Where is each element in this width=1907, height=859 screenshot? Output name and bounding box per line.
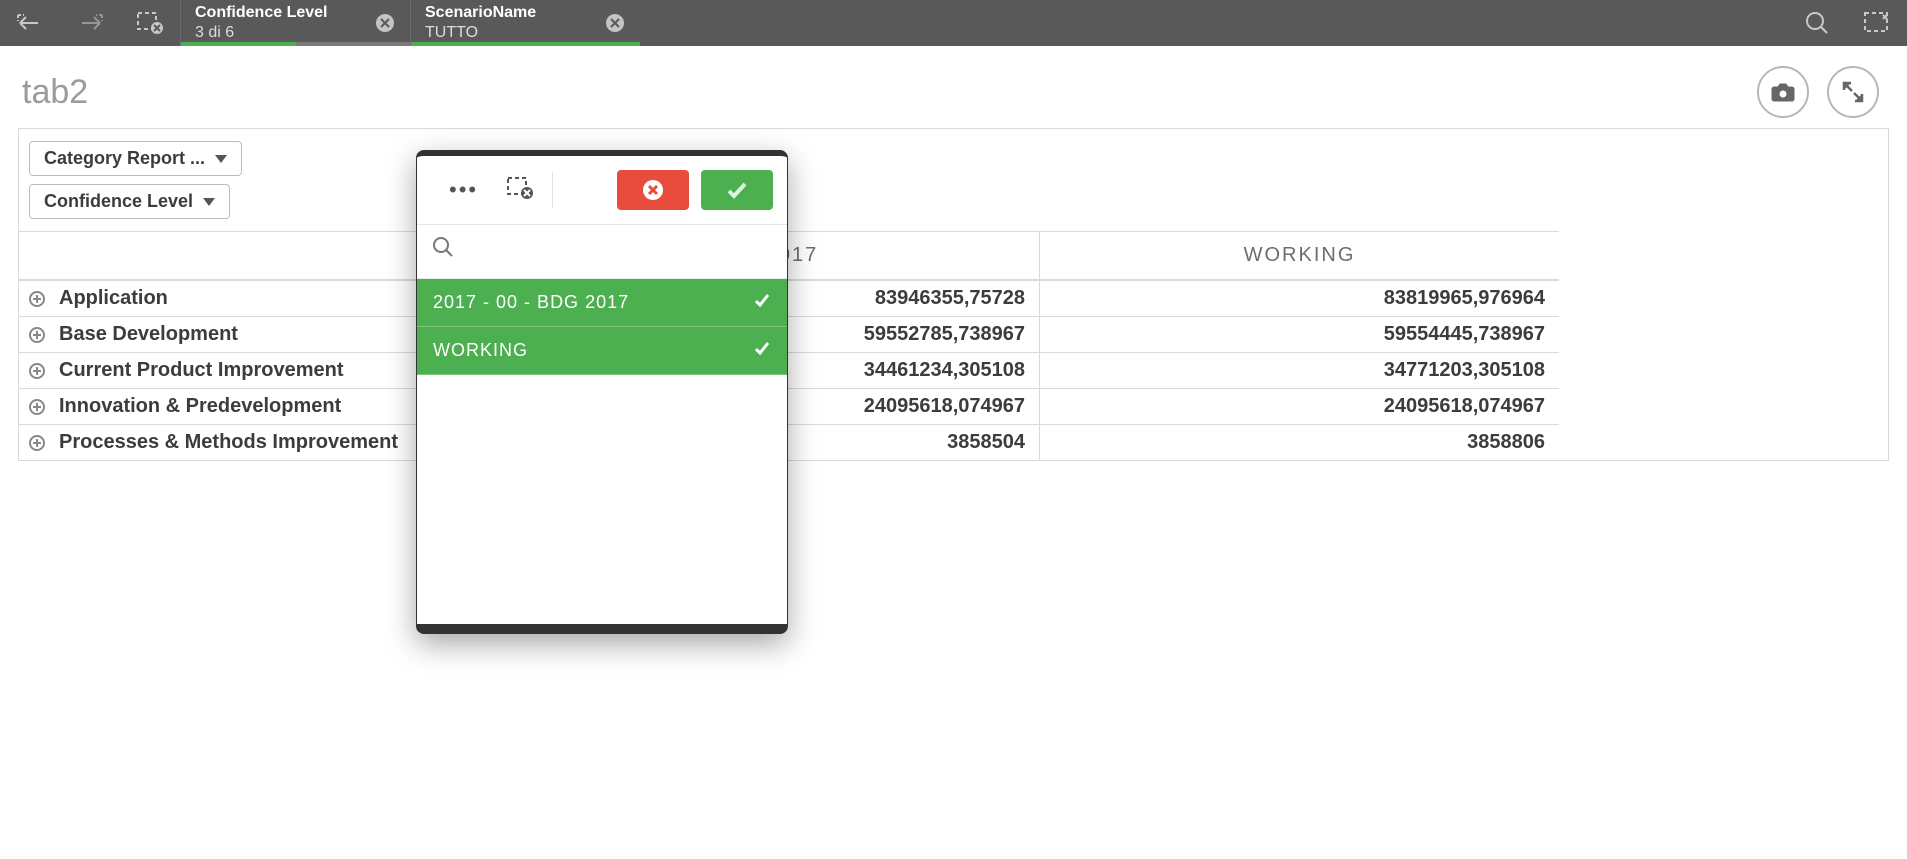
popup-option[interactable]: 2017 - 00 - BDG 2017 [417,279,787,327]
clear-all-selections-button[interactable] [120,0,180,46]
expand-icon[interactable] [29,435,45,451]
selection-chip-scenarioname[interactable]: ScenarioName TUTTO [410,0,640,46]
expand-icon[interactable] [29,291,45,307]
expand-icon[interactable] [29,399,45,415]
selections-toolbar: Confidence Level 3 di 6 ScenarioName TUT… [0,0,1907,46]
expand-icon[interactable] [29,363,45,379]
snapshot-button[interactable] [1757,66,1809,118]
dimension-dropdown-confidence[interactable]: Confidence Level [29,184,230,219]
chip-title: Confidence Level [195,4,327,22]
chip-subtitle: TUTTO [425,24,536,42]
popup-search-row [417,225,787,279]
popup-option-list: 2017 - 00 - BDG 2017 WORKING [417,279,787,624]
expand-icon[interactable] [29,327,45,343]
search-icon[interactable] [431,235,455,264]
fullscreen-button[interactable] [1827,66,1879,118]
table-cell: 34771203,305108 [1039,352,1559,388]
table-cell: 83819965,976964 [1039,280,1559,316]
column-header[interactable]: WORKING [1039,231,1559,280]
check-icon [753,339,771,362]
selection-chip-confidence-level[interactable]: Confidence Level 3 di 6 [180,0,410,46]
chevron-down-icon [203,198,215,206]
step-forward-button[interactable] [60,0,120,46]
clear-selection-button[interactable] [496,172,544,209]
table-cell: 3858806 [1039,424,1559,460]
row-label-text: Base Development [59,323,238,346]
sheet-title: tab2 [22,73,88,112]
sheet-header: tab2 [0,46,1907,128]
chip-clear-icon[interactable] [374,12,396,34]
popup-notch [592,150,612,154]
popup-option[interactable]: WORKING [417,327,787,375]
chip-clear-icon[interactable] [604,12,626,34]
pivot-table: Category Report ... Confidence Level G 2… [18,128,1889,461]
selection-popup: ••• 2017 - 00 - BDG 2017 WORKING [416,150,788,634]
step-back-button[interactable] [0,0,60,46]
cancel-selection-button[interactable] [617,170,689,210]
option-label: WORKING [433,340,528,361]
divider [552,172,553,208]
chip-subtitle: 3 di 6 [195,24,327,42]
more-menu-button[interactable]: ••• [431,173,496,207]
table-cell: 24095618,074967 [1039,388,1559,424]
selections-tool-button[interactable] [1847,0,1907,46]
confirm-selection-button[interactable] [701,170,773,210]
popup-toolbar: ••• [417,156,787,225]
row-label-text: Processes & Methods Improvement [59,431,398,454]
dimension-dropdown-category[interactable]: Category Report ... [29,141,242,176]
row-label-text: Current Product Improvement [59,359,343,382]
global-search-button[interactable] [1787,0,1847,46]
check-icon [753,291,771,314]
table-cell: 59554445,738967 [1039,316,1559,352]
option-label: 2017 - 00 - BDG 2017 [433,292,629,313]
row-label-text: Innovation & Predevelopment [59,395,341,418]
dropdown-label: Confidence Level [44,191,193,212]
row-label-text: Application [59,287,168,310]
chevron-down-icon [215,155,227,163]
chip-title: ScenarioName [425,4,536,22]
dropdown-label: Category Report ... [44,148,205,169]
